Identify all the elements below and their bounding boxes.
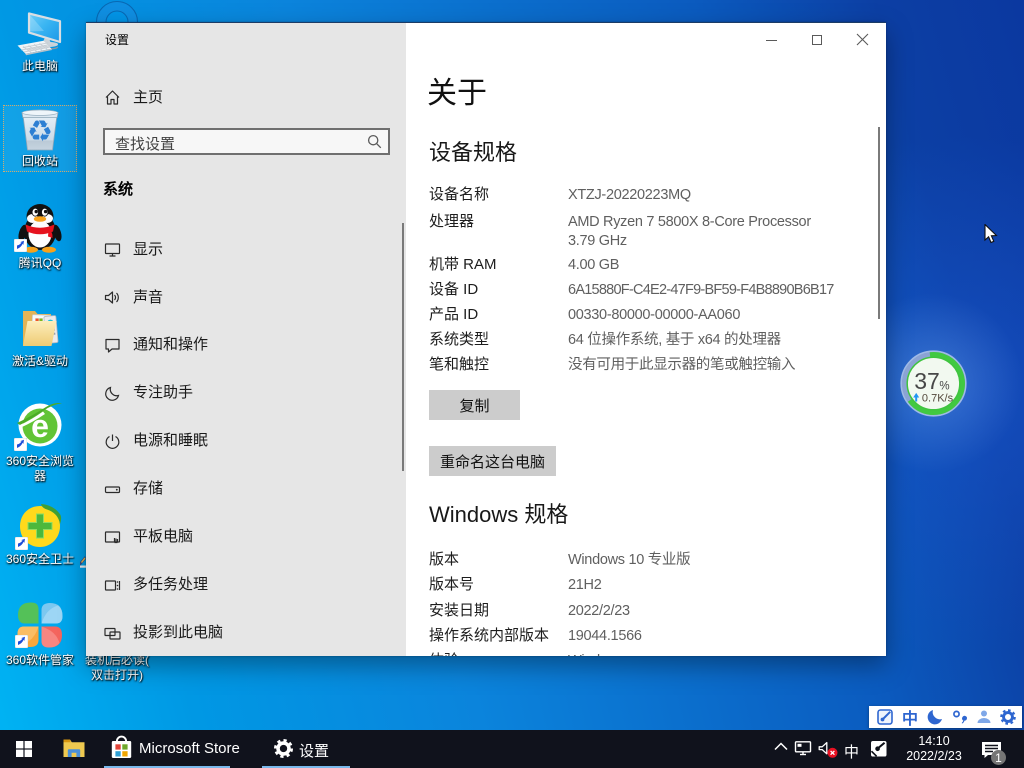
svg-text:1: 1 bbox=[995, 751, 1002, 765]
svg-text:e: e bbox=[31, 408, 49, 444]
svg-text:♻: ♻ bbox=[29, 114, 51, 146]
svg-text:0.7K/s: 0.7K/s bbox=[922, 393, 954, 405]
svg-text:%: % bbox=[939, 381, 949, 393]
svg-text:37: 37 bbox=[914, 368, 940, 394]
